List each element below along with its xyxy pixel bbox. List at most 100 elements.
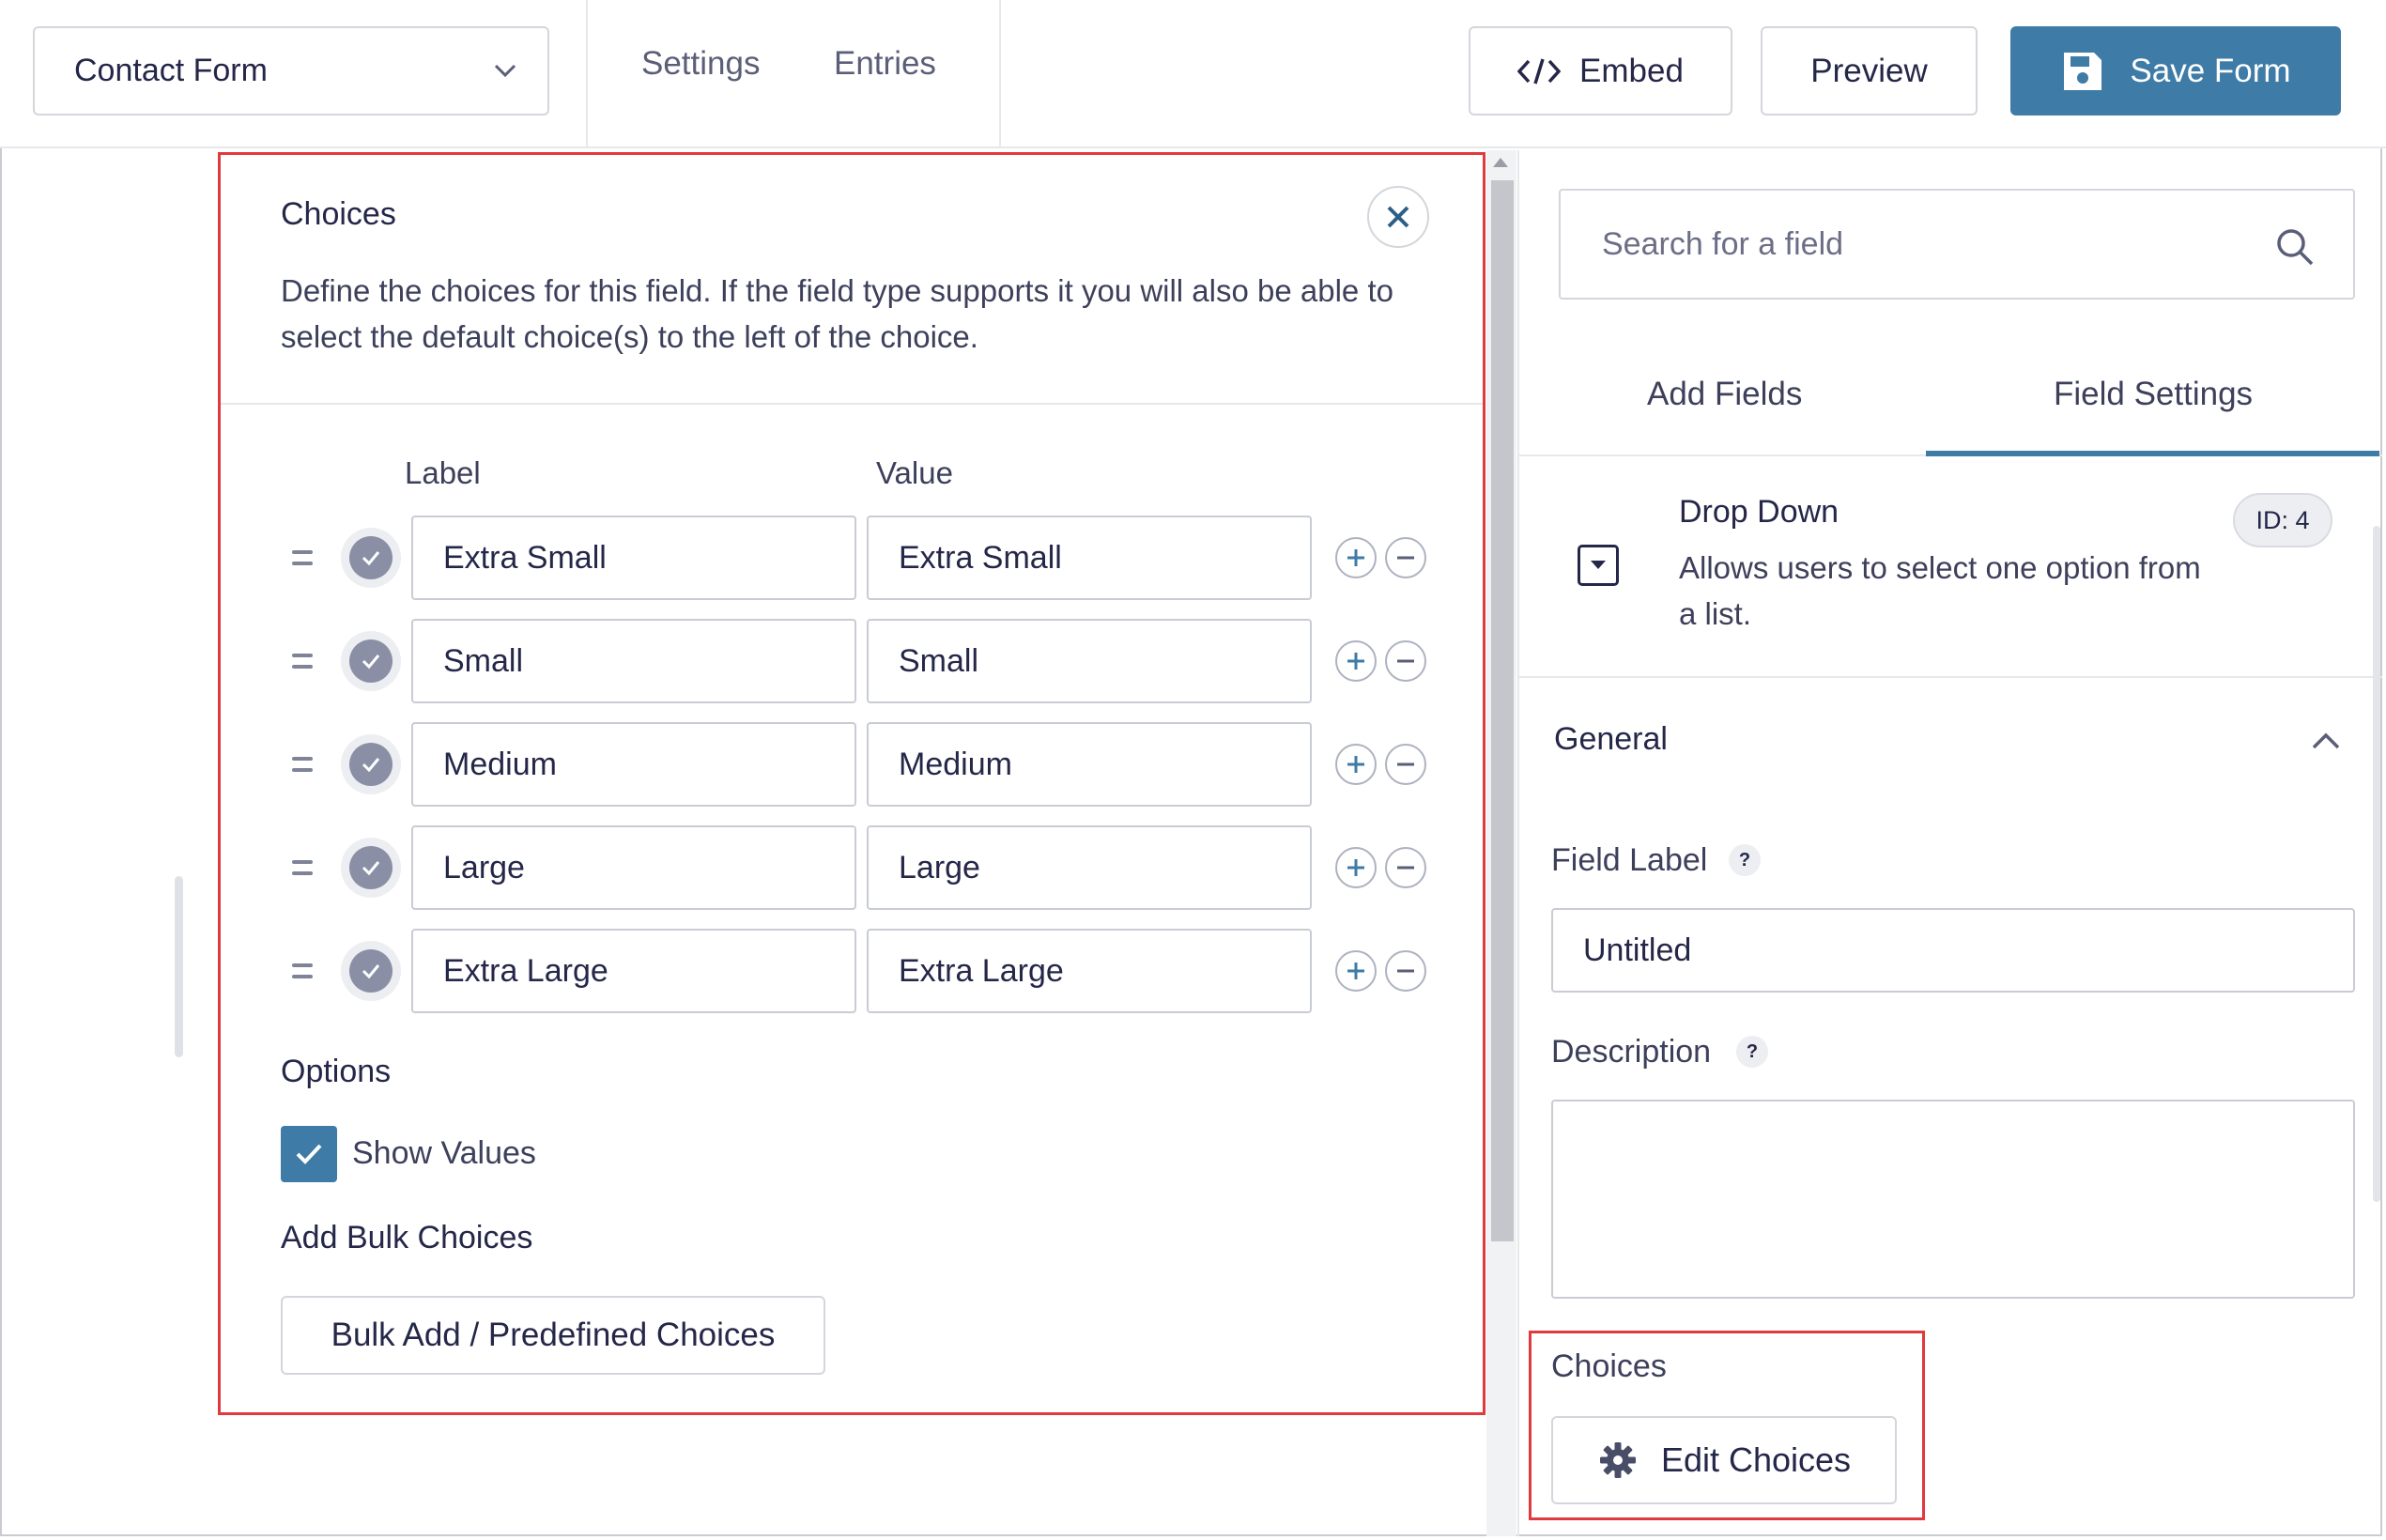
nav-settings[interactable]: Settings <box>641 45 760 83</box>
value-column-header: Value <box>876 455 953 490</box>
choice-row: Extra Small Extra Small <box>221 516 1483 600</box>
edit-choices-button[interactable]: Edit Choices <box>1551 1416 1897 1504</box>
choices-title: Choices <box>1551 1348 1667 1384</box>
general-section-title[interactable]: General <box>1554 721 1668 758</box>
drag-handle-icon[interactable] <box>292 541 313 575</box>
choice-row: Medium Medium <box>221 722 1483 807</box>
code-icon <box>1517 57 1562 85</box>
description-title: Description <box>1551 1034 1712 1070</box>
field-id-badge: ID: 4 <box>2233 493 2332 547</box>
add-choice-button[interactable] <box>1335 537 1377 578</box>
choice-label-input[interactable]: Extra Small <box>411 516 856 600</box>
show-values-checkbox[interactable] <box>281 1126 337 1182</box>
choice-label-input[interactable]: Medium <box>411 722 856 807</box>
field-search-input[interactable]: Search for a field <box>1559 189 2355 300</box>
panel-scrollbar[interactable] <box>2373 526 2380 1202</box>
bulk-add-label: Bulk Add / Predefined Choices <box>331 1317 776 1353</box>
canvas-scrollbar[interactable] <box>175 876 183 1057</box>
plus-icon <box>1347 549 1364 566</box>
check-icon <box>362 861 380 876</box>
add-choice-button[interactable] <box>1335 744 1377 785</box>
close-button[interactable] <box>1367 186 1429 248</box>
form-selector-label: Contact Form <box>74 53 268 88</box>
save-form-label: Save Form <box>2130 52 2291 89</box>
remove-choice-button[interactable] <box>1385 744 1426 785</box>
add-choice-button[interactable] <box>1335 847 1377 888</box>
gear-icon <box>1599 1442 1636 1478</box>
default-choice-toggle[interactable] <box>341 941 401 1001</box>
tab-add-fields[interactable]: Add Fields <box>1647 376 1802 413</box>
default-choice-toggle[interactable] <box>341 838 401 898</box>
default-choice-toggle[interactable] <box>341 631 401 691</box>
minus-icon <box>1397 969 1414 973</box>
remove-choice-button[interactable] <box>1385 537 1426 578</box>
choice-value-input[interactable]: Small <box>867 619 1312 703</box>
field-label-input[interactable]: Untitled <box>1551 908 2355 993</box>
label-column-header: Label <box>405 455 481 490</box>
choice-label-input[interactable]: Extra Large <box>411 929 856 1013</box>
drag-handle-icon[interactable] <box>292 747 313 781</box>
drag-handle-icon[interactable] <box>292 644 313 678</box>
drag-handle-icon[interactable] <box>292 954 313 988</box>
scrollbar-thumb[interactable] <box>1491 180 1514 1241</box>
remove-choice-button[interactable] <box>1385 640 1426 682</box>
help-icon[interactable]: ? <box>1729 844 1761 876</box>
preview-button[interactable]: Preview <box>1761 26 1978 116</box>
drag-handle-icon[interactable] <box>292 851 313 885</box>
scroll-up-arrow-icon[interactable] <box>1493 158 1508 167</box>
choice-row: Small Small <box>221 619 1483 703</box>
options-title: Options <box>281 1054 392 1089</box>
search-icon <box>2277 229 2314 266</box>
field-type-description: Allows users to select one option from a… <box>1679 550 2201 631</box>
choice-row: Extra Large Extra Large <box>221 929 1483 1013</box>
choice-row: Large Large <box>221 825 1483 910</box>
modal-description: Define the choices for this field. If th… <box>281 273 1393 354</box>
default-choice-toggle[interactable] <box>341 734 401 794</box>
help-icon[interactable]: ? <box>1736 1036 1768 1068</box>
add-choice-button[interactable] <box>1335 640 1377 682</box>
edit-choices-label: Edit Choices <box>1660 1440 1852 1479</box>
dropdown-field-icon <box>1578 545 1619 586</box>
choice-value-input[interactable]: Extra Small <box>867 516 1312 600</box>
bulk-choices-title: Add Bulk Choices <box>281 1220 533 1255</box>
active-tab-indicator <box>1926 451 2379 456</box>
field-type-name: Drop Down <box>1679 494 1840 530</box>
save-disk-icon <box>2064 52 2102 90</box>
embed-label: Embed <box>1579 52 1684 89</box>
check-icon <box>362 654 380 670</box>
default-choice-toggle[interactable] <box>341 528 401 588</box>
close-icon <box>1387 206 1409 228</box>
divider <box>586 0 588 148</box>
add-choice-button[interactable] <box>1335 950 1377 992</box>
choice-label-input[interactable]: Small <box>411 619 856 703</box>
choices-modal: Choices Define the choices for this fiel… <box>218 152 1485 1415</box>
remove-choice-button[interactable] <box>1385 847 1426 888</box>
check-icon <box>362 964 380 979</box>
field-label-title: Field Label <box>1551 842 1708 878</box>
minus-icon <box>1397 762 1414 766</box>
remove-choice-button[interactable] <box>1385 950 1426 992</box>
nav-entries[interactable]: Entries <box>834 45 936 83</box>
divider <box>999 0 1001 148</box>
show-values-label: Show Values <box>352 1135 536 1171</box>
description-textarea[interactable] <box>1551 1100 2355 1299</box>
choice-label-input[interactable]: Large <box>411 825 856 910</box>
choice-value-input[interactable]: Medium <box>867 722 1312 807</box>
bulk-add-button[interactable]: Bulk Add / Predefined Choices <box>281 1296 825 1375</box>
check-icon <box>362 758 380 773</box>
plus-icon <box>1347 859 1364 876</box>
tab-field-settings[interactable]: Field Settings <box>2054 376 2253 413</box>
top-bar: Contact Form Settings Entries Embed Prev… <box>0 0 2386 148</box>
modal-title: Choices <box>281 196 396 232</box>
divider <box>221 403 1483 405</box>
chevron-up-icon[interactable] <box>2310 729 2342 755</box>
form-selector[interactable]: Contact Form <box>33 26 549 116</box>
save-form-button[interactable]: Save Form <box>2010 26 2341 116</box>
choice-value-input[interactable]: Extra Large <box>867 929 1312 1013</box>
choice-value-input[interactable]: Large <box>867 825 1312 910</box>
plus-icon <box>1347 756 1364 773</box>
preview-label: Preview <box>1810 52 1928 89</box>
minus-icon <box>1397 866 1414 870</box>
check-icon <box>362 551 380 566</box>
embed-button[interactable]: Embed <box>1469 26 1732 116</box>
